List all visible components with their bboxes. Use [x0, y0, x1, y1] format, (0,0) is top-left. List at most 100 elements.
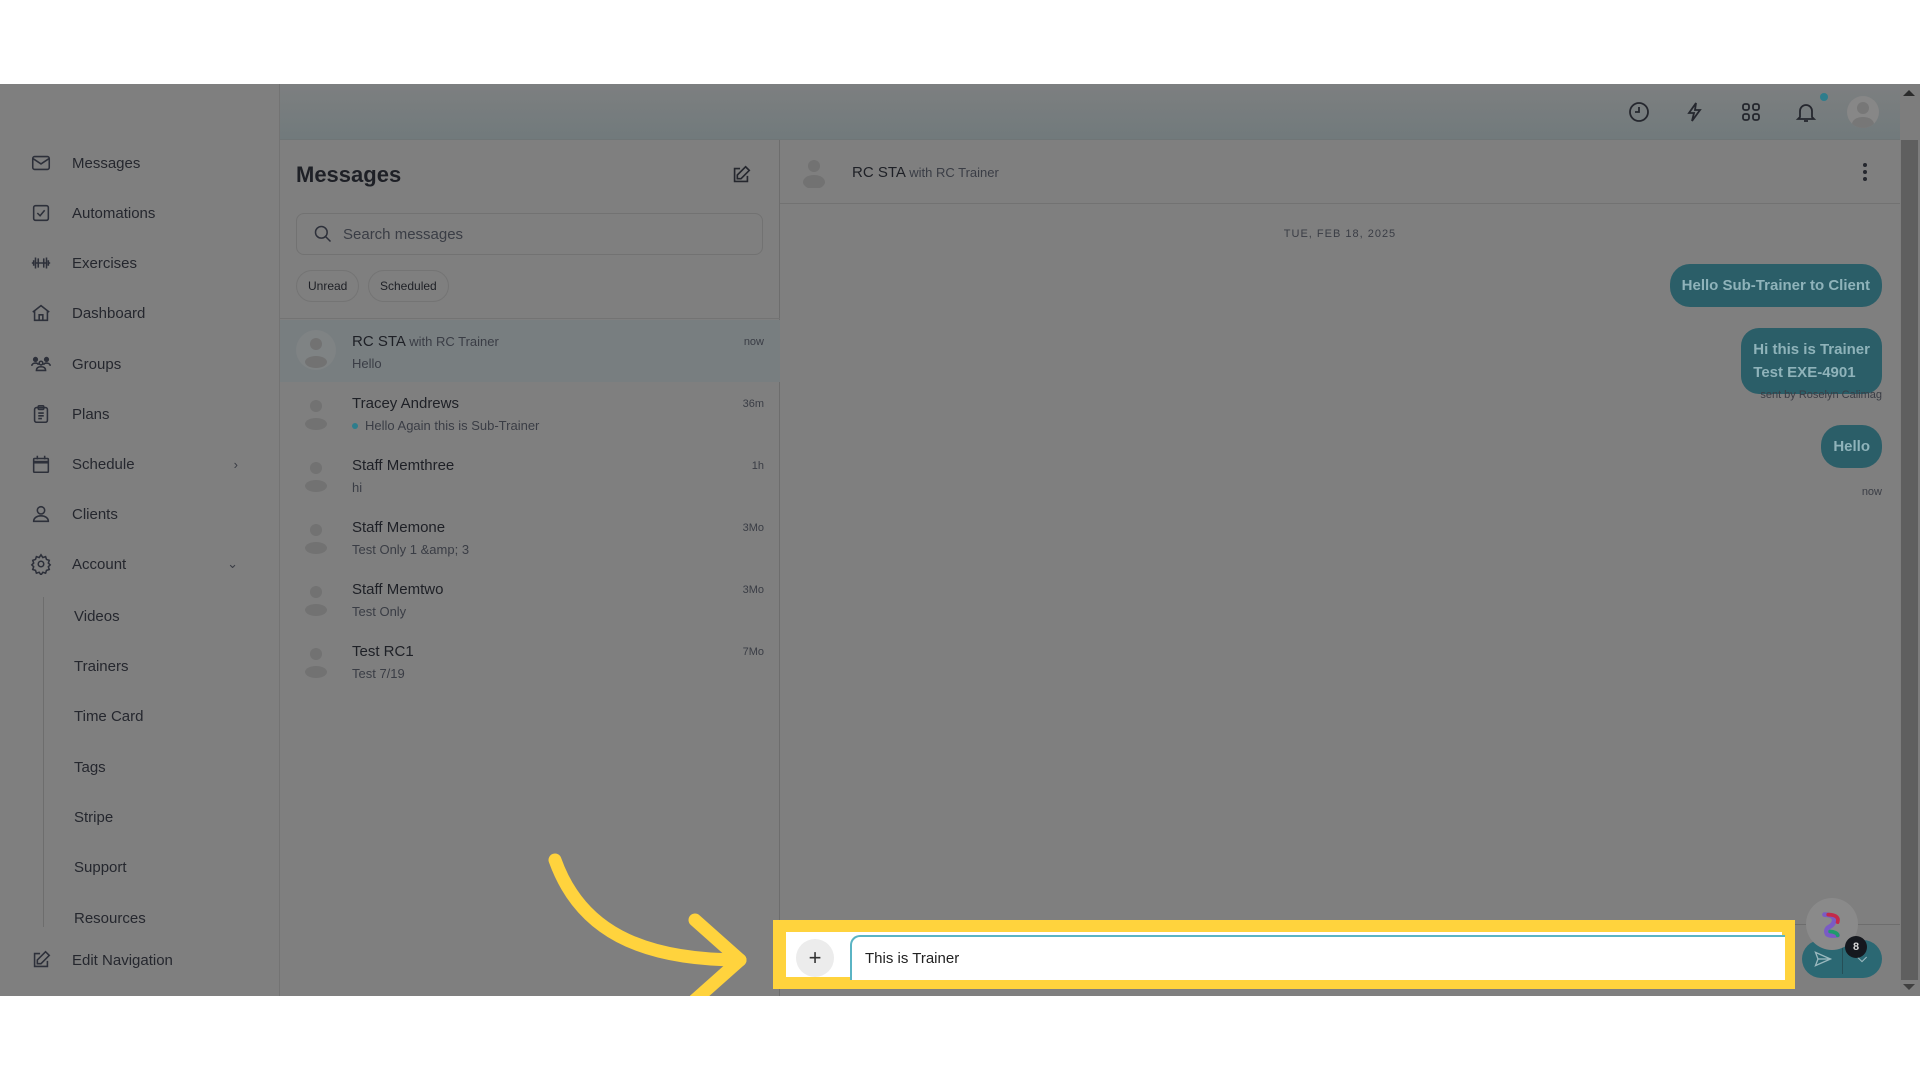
clipboard-icon — [30, 403, 58, 425]
sidebar-item-label: Exercises — [72, 254, 138, 272]
filter-unread[interactable]: Unread — [296, 270, 360, 302]
attach-button[interactable]: + — [796, 939, 834, 977]
gear-icon — [30, 553, 58, 575]
conversation-item[interactable]: RC STA with RC Trainer Hello now — [280, 320, 780, 382]
sidebar-subitem-videos[interactable]: Videos — [74, 601, 120, 631]
checkbox-icon — [30, 202, 58, 224]
mail-icon — [30, 152, 58, 174]
chevron-right-icon: › — [233, 456, 238, 472]
edit-navigation-label: Edit Navigation — [72, 951, 173, 969]
widget-badge: 8 — [1845, 936, 1867, 958]
sidebar: Messages Automations Exercises Dashboard… — [0, 84, 280, 996]
message-bubble: Hello Sub-Trainer to Client — [1669, 264, 1882, 307]
users-icon — [30, 353, 58, 375]
message-timestamp: now — [1861, 486, 1882, 498]
filter-scheduled[interactable]: Scheduled — [368, 270, 449, 302]
sidebar-item-account[interactable]: Account ⌄ — [30, 549, 252, 579]
sidebar-item-label: Account — [72, 555, 127, 573]
chevron-down-icon: ⌄ — [227, 556, 238, 571]
divider — [280, 318, 780, 319]
sidebar-subitem-tags[interactable]: Tags — [74, 752, 106, 782]
more-options-icon[interactable] — [1855, 160, 1875, 184]
submenu-divider — [43, 597, 44, 927]
sidebar-item-label: Automations — [72, 204, 156, 222]
apps-grid-icon[interactable] — [1737, 98, 1765, 126]
conversation-preview: hi — [352, 480, 363, 495]
sidebar-item-automations[interactable]: Automations — [30, 198, 252, 228]
search-box[interactable] — [296, 213, 763, 255]
sidebar-subitem-stripe[interactable]: Stripe — [74, 802, 113, 832]
avatar — [296, 330, 336, 370]
conversation-name: Staff Memone — [352, 519, 446, 536]
scrollbar-thumb[interactable] — [1901, 140, 1918, 980]
conversation-item[interactable]: Tracey Andrews Hello Again this is Sub-T… — [280, 382, 780, 444]
chat-contact-name: RC STA — [852, 164, 906, 181]
sidebar-subitem-time-card[interactable]: Time Card — [74, 701, 143, 731]
top-bar — [280, 84, 1900, 140]
sidebar-item-clients[interactable]: Clients — [30, 499, 252, 529]
avatar — [305, 524, 327, 554]
sidebar-subitem-resources[interactable]: Resources — [74, 903, 146, 933]
chat-with-label: with RC Trainer — [909, 165, 999, 180]
avatar — [305, 462, 327, 492]
sidebar-item-label: Schedule — [72, 455, 135, 473]
assistant-logo-icon — [1822, 912, 1840, 938]
conversation-preview: Test Only — [352, 604, 407, 619]
conversation-preview: Test Only 1 &amp; 3 — [352, 542, 470, 557]
calendar-icon — [30, 453, 58, 475]
compose-icon — [733, 165, 751, 183]
page-title: Messages — [296, 162, 402, 187]
user-icon — [30, 503, 58, 525]
message-input[interactable] — [850, 935, 1785, 980]
sidebar-item-groups[interactable]: Groups — [30, 349, 252, 379]
user-avatar[interactable] — [1847, 96, 1879, 128]
conversation-preview: Hello — [352, 356, 382, 371]
sidebar-item-plans[interactable]: Plans — [30, 399, 252, 429]
scroll-up-arrow[interactable] — [1903, 90, 1915, 96]
conversation-time: 7Mo — [742, 646, 764, 658]
annotation-arrow-icon — [548, 853, 747, 996]
scrollbar[interactable] — [1900, 84, 1920, 996]
conversation-item[interactable]: Staff Memone Test Only 1 &amp; 3 3Mo — [280, 506, 780, 568]
sidebar-subitem-support[interactable]: Support — [74, 852, 127, 882]
conversation-item[interactable]: Test RC1 Test 7/19 7Mo — [280, 630, 780, 692]
message-meta: sent by Roselyn Calimag — [1760, 389, 1882, 401]
chat-header: RC STA with RC Trainer — [780, 140, 1900, 204]
scroll-down-arrow[interactable] — [1903, 984, 1915, 990]
avatar — [305, 648, 327, 678]
sidebar-item-exercises[interactable]: Exercises — [30, 248, 252, 278]
contact-avatar — [803, 160, 825, 188]
conversation-name: Tracey Andrews — [352, 395, 459, 412]
edit-icon — [30, 949, 58, 971]
message-bubble: Hi this is Trainer Test EXE-4901 — [1741, 328, 1882, 394]
sidebar-item-label: Clients — [72, 505, 118, 523]
dumbbell-icon — [30, 252, 58, 274]
sidebar-item-messages[interactable]: Messages — [30, 148, 252, 178]
home-icon — [30, 302, 58, 324]
conversation-item[interactable]: Staff Memthree hi 1h — [280, 444, 780, 506]
conversation-preview: Test 7/19 — [352, 666, 405, 681]
sidebar-item-label: Messages — [72, 154, 141, 172]
search-input[interactable] — [343, 225, 743, 243]
lightning-icon[interactable] — [1681, 98, 1709, 126]
conversation-name: Staff Memtwo — [352, 581, 444, 598]
date-separator: TUE, FEB 18, 2025 — [1283, 228, 1397, 240]
conversation-item[interactable]: Staff Memtwo Test Only 3Mo — [280, 568, 780, 630]
avatar — [305, 586, 327, 616]
sidebar-item-label: Dashboard — [72, 304, 146, 322]
conversation-name: Staff Memthree — [352, 457, 455, 474]
conversation-time: 36m — [742, 398, 764, 410]
app-window: Messages Automations Exercises Dashboard… — [0, 84, 1920, 996]
message-bubble: Hello — [1821, 425, 1882, 468]
sidebar-item-schedule[interactable]: Schedule › — [30, 449, 252, 479]
conversation-time: 3Mo — [742, 584, 764, 596]
clock-icon[interactable] — [1625, 98, 1653, 126]
conversation-name: Test RC1 — [352, 643, 414, 660]
sidebar-subitem-trainers[interactable]: Trainers — [74, 651, 128, 681]
notification-dot — [1820, 93, 1828, 101]
compose-button[interactable] — [730, 164, 756, 190]
sidebar-item-dashboard[interactable]: Dashboard — [30, 298, 252, 328]
bell-icon[interactable] — [1792, 98, 1820, 126]
edit-navigation-button[interactable]: Edit Navigation — [30, 945, 252, 975]
avatar — [305, 400, 327, 430]
